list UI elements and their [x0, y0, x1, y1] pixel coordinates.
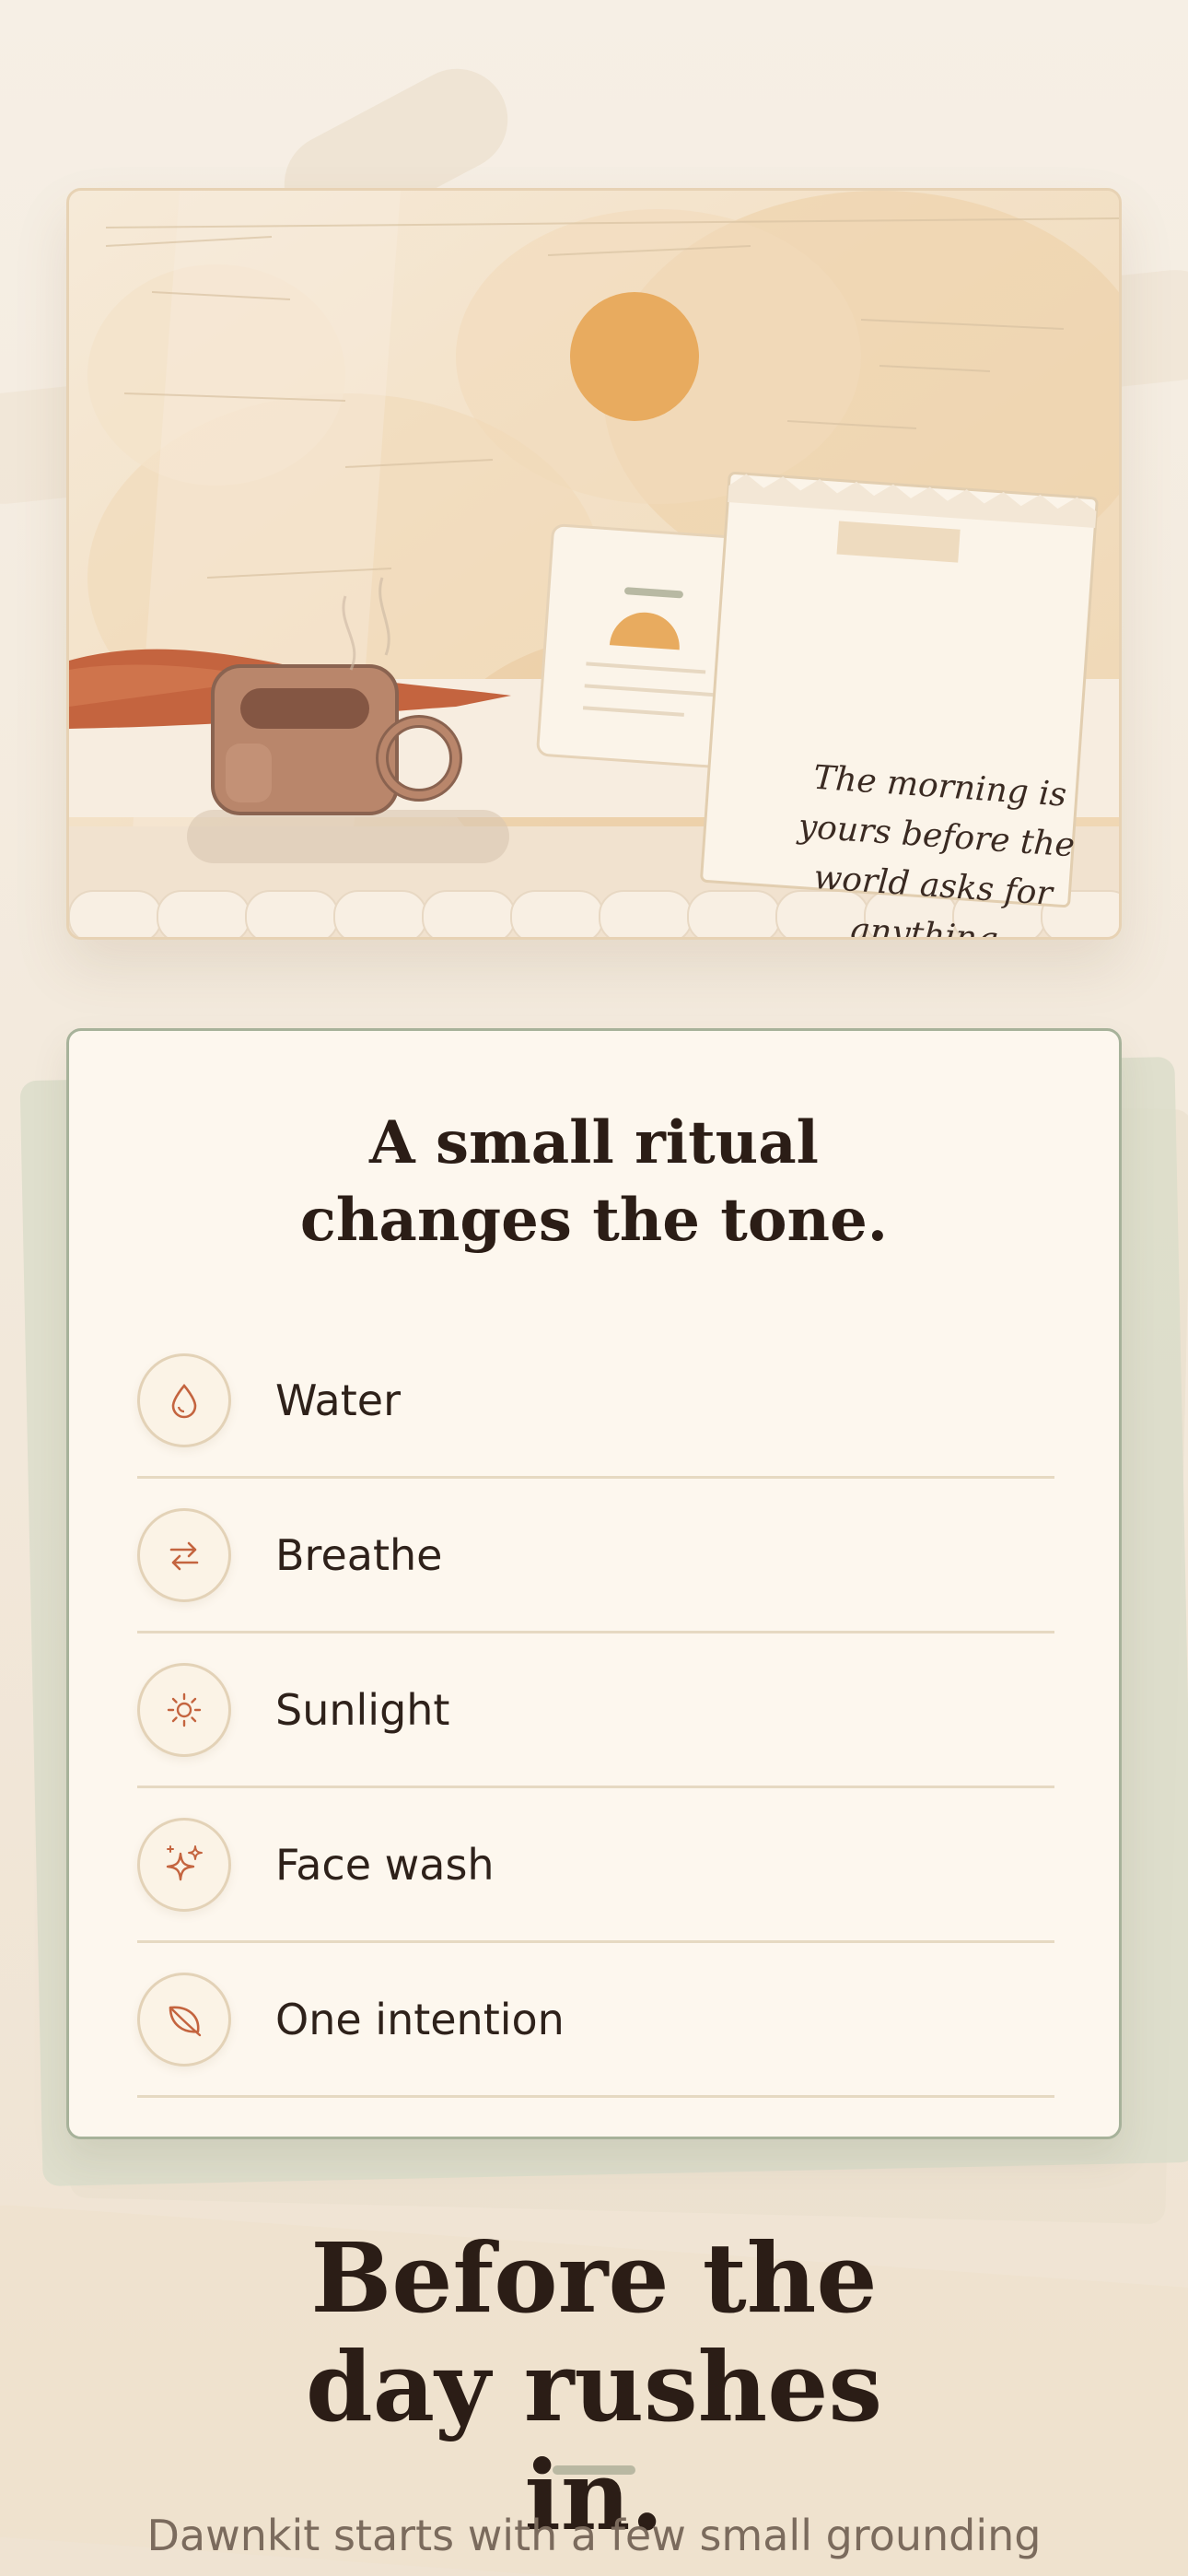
ritual-card: A small ritual changes the tone. Water B…	[66, 1028, 1122, 2139]
ritual-item-face-wash[interactable]: Face wash	[137, 1788, 1054, 1943]
ritual-list: Water Breathe Sunlight Face wash One int…	[137, 1324, 1054, 2098]
ritual-item-sunlight[interactable]: Sunlight	[137, 1633, 1054, 1788]
headline-divider	[553, 2465, 635, 2475]
ritual-item-label: Breathe	[275, 1529, 443, 1580]
intro-subline: Dawnkit starts with a few small groundin…	[146, 2511, 1042, 2560]
water-drop-icon	[137, 1352, 231, 1447]
ritual-item-label: Water	[275, 1375, 401, 1425]
ritual-item-label: Sunlight	[275, 1684, 450, 1735]
hero-illustration: The morning is yours before the world as…	[66, 188, 1122, 940]
ritual-item-one-intention[interactable]: One intention	[137, 1943, 1054, 2098]
ritual-item-label: One intention	[275, 1994, 565, 2044]
ritual-item-breathe[interactable]: Breathe	[137, 1479, 1054, 1633]
ritual-item-label: Face wash	[275, 1839, 495, 1890]
ritual-item-water[interactable]: Water	[137, 1324, 1054, 1479]
arrows-exchange-icon	[137, 1507, 231, 1602]
sun-icon	[137, 1662, 231, 1757]
leaf-icon	[137, 1972, 231, 2067]
intro-headline: Before the day rushes in.	[305, 2221, 883, 2552]
sparkles-icon	[137, 1817, 231, 1912]
ritual-title: A small ritual changes the tone.	[299, 1108, 889, 1255]
note-quote: The morning is yours before the world as…	[797, 758, 1077, 940]
